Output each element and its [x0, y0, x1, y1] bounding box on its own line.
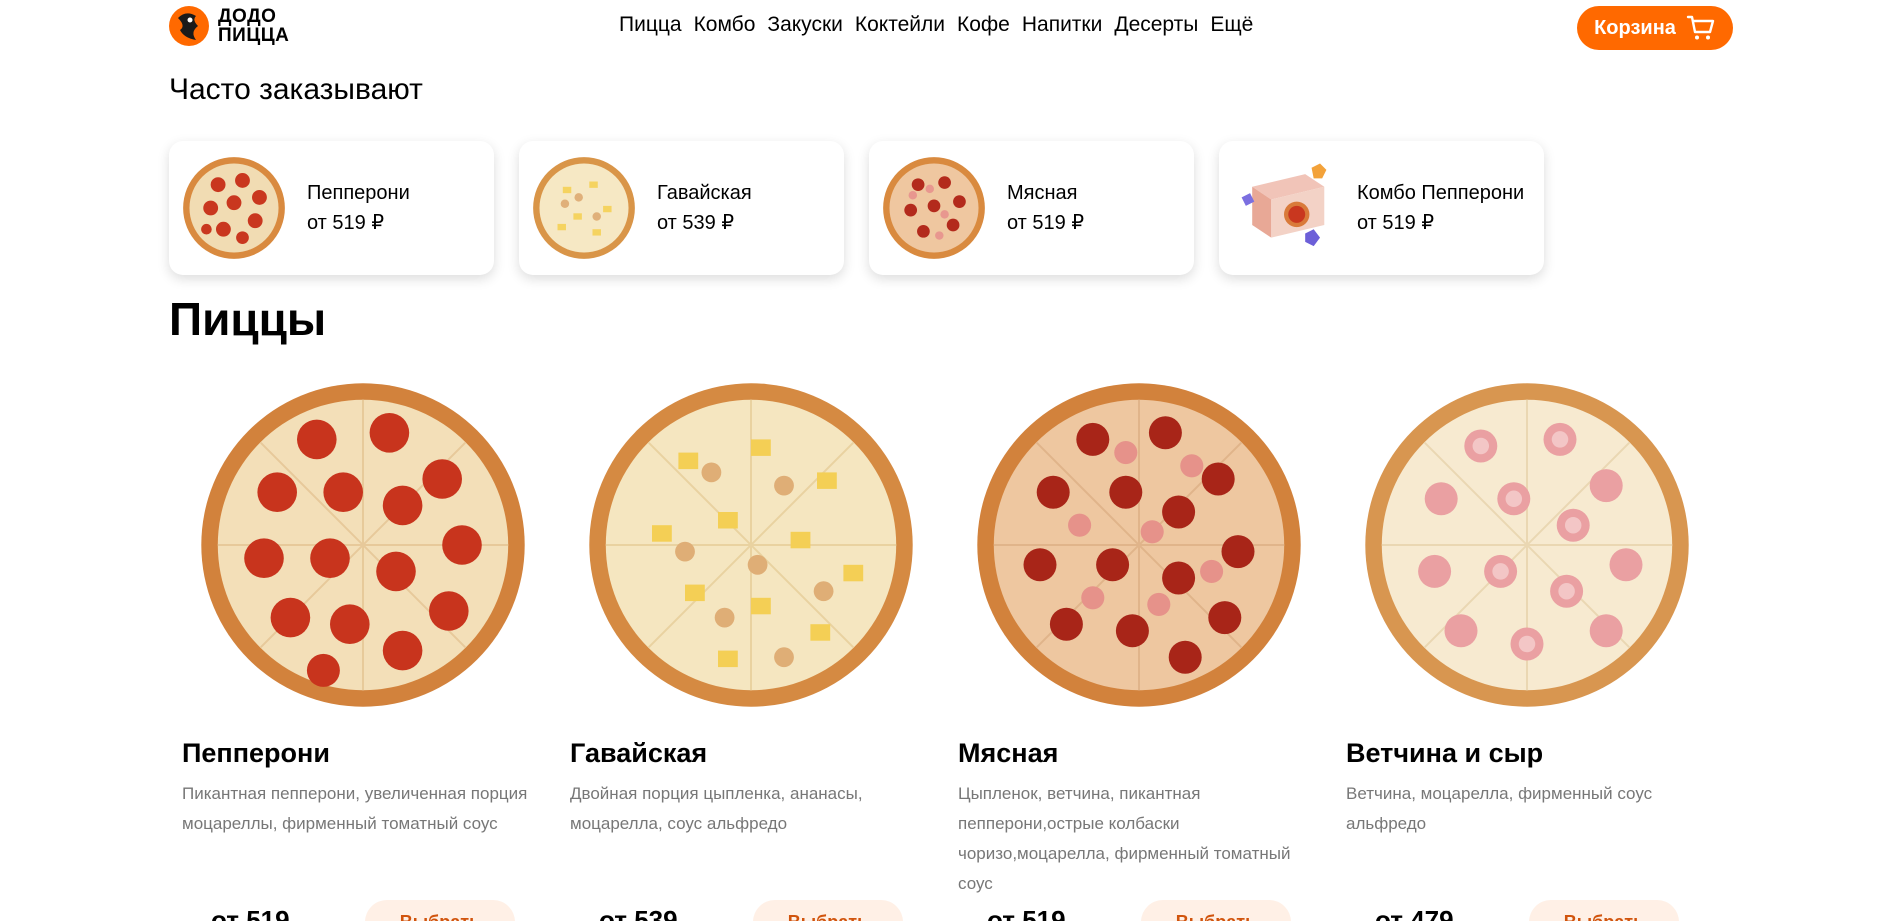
- freq-item-price: от 539 ₽: [657, 212, 735, 234]
- pizza-name: Ветчина и сыр: [1346, 738, 1544, 768]
- pizza-description: Двойная порция цыпленка, ананасы, моцаре…: [570, 784, 863, 833]
- freq-card-meat[interactable]: Мясная от 519 ₽: [869, 141, 1194, 275]
- logo-text: ДОДО ПИЦЦА: [218, 6, 290, 46]
- nav-combo[interactable]: Комбо: [694, 13, 756, 37]
- hawaiian-pizza-thumbnail: [533, 157, 635, 259]
- freq-card-hawaiian[interactable]: Гавайская от 539 ₽: [519, 141, 844, 275]
- pizza-image-box: [945, 370, 1333, 720]
- nav-more[interactable]: Ещё: [1210, 13, 1253, 37]
- nav-snacks[interactable]: Закуски: [767, 13, 842, 37]
- pizza-card-ham-cheese[interactable]: Ветчина и сыр Ветчина, моцарелла, фирмен…: [1333, 370, 1721, 921]
- freq-item-price: от 519 ₽: [1007, 212, 1085, 234]
- freq-item-price: от 519 ₽: [1357, 212, 1435, 234]
- pizza-grid: Пепперони Пикантная пепперони, увеличенн…: [169, 370, 1721, 921]
- frequently-ordered-list: Пепперони от 519 ₽ Гавайская от 539 ₽ Мя…: [169, 141, 1544, 275]
- nav-cocktails[interactable]: Коктейли: [855, 13, 945, 37]
- freq-item-name: Гавайская: [657, 182, 752, 204]
- pizza-name: Гавайская: [570, 738, 708, 768]
- hawaiian-pizza-image: [589, 383, 913, 707]
- pizza-image-box: [169, 370, 557, 720]
- nav-pizza[interactable]: Пицца: [619, 13, 682, 37]
- freq-card-combo[interactable]: Комбо Пепперони от 519 ₽: [1219, 141, 1544, 275]
- cart-button[interactable]: Корзина: [1577, 6, 1733, 50]
- pizza-name: Пепперони: [182, 738, 330, 768]
- pepperoni-pizza-image: [201, 383, 525, 707]
- pizza-price: от 519: [211, 905, 290, 921]
- pizza-description: Ветчина, моцарелла, фирменный соус альфр…: [1346, 784, 1653, 833]
- ham-cheese-pizza-image: [1365, 383, 1689, 707]
- pepperoni-pizza-thumbnail: [183, 157, 285, 259]
- freq-item-name: Комбо Пепперони: [1357, 182, 1525, 204]
- meat-pizza-thumbnail: [883, 157, 985, 259]
- pizza-price: от 479: [1375, 905, 1454, 921]
- choose-button[interactable]: Выбрать: [365, 900, 515, 921]
- pizza-price: от 539: [599, 905, 678, 921]
- nav-coffee[interactable]: Кофе: [957, 13, 1010, 37]
- pizza-card-meat[interactable]: Мясная Цыпленок, ветчина, пикантная пепп…: [945, 370, 1333, 921]
- pizza-card-hawaiian[interactable]: Гавайская Двойная порция цыпленка, анана…: [557, 370, 945, 921]
- combo-box-thumbnail: [1241, 163, 1327, 247]
- freq-card-pepperoni[interactable]: Пепперони от 519 ₽: [169, 141, 494, 275]
- freq-item-price: от 519 ₽: [307, 212, 385, 234]
- header: ДОДО ПИЦЦА Пицца Комбо Закуски Коктейли …: [168, 0, 1733, 54]
- cart-label: Корзина: [1594, 16, 1676, 39]
- pizza-card-pepperoni[interactable]: Пепперони Пикантная пепперони, увеличенн…: [169, 370, 557, 921]
- freq-item-name: Мясная: [1007, 182, 1078, 204]
- pizza-description: Цыпленок, ветчина, пикантная пепперони,о…: [958, 784, 1291, 893]
- pizza-image-box: [1333, 370, 1721, 720]
- pizza-price: от 519: [987, 905, 1066, 921]
- meat-pizza-image: [977, 383, 1301, 707]
- dodo-logo-icon: [169, 6, 209, 46]
- pizza-name: Мясная: [958, 738, 1059, 768]
- pizza-image-box: [557, 370, 945, 720]
- page: ДОДО ПИЦЦА Пицца Комбо Закуски Коктейли …: [0, 0, 1902, 921]
- cart-icon: [1686, 15, 1715, 40]
- choose-button[interactable]: Выбрать: [1529, 900, 1679, 921]
- choose-button[interactable]: Выбрать: [753, 900, 903, 921]
- main-nav: Пицца Комбо Закуски Коктейли Кофе Напитк…: [619, 13, 1265, 37]
- frequently-ordered-title: Часто заказывают: [169, 73, 423, 106]
- nav-desserts[interactable]: Десерты: [1114, 13, 1198, 37]
- pizza-description: Пикантная пепперони, увеличенная порция …: [182, 784, 528, 833]
- freq-item-name: Пепперони: [307, 182, 410, 204]
- choose-button[interactable]: Выбрать: [1141, 900, 1291, 921]
- logo[interactable]: ДОДО ПИЦЦА: [168, 4, 289, 48]
- pizzas-section-title: Пиццы: [169, 293, 327, 345]
- nav-drinks[interactable]: Напитки: [1022, 13, 1102, 37]
